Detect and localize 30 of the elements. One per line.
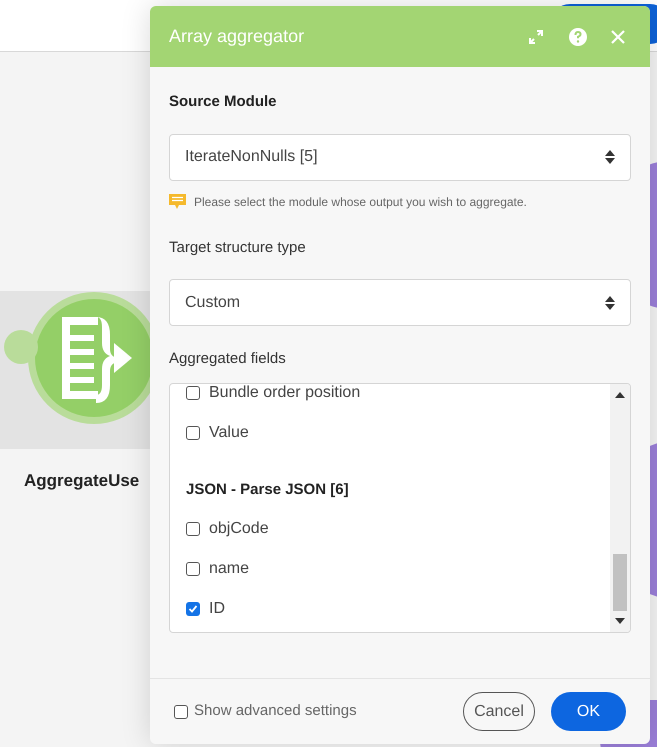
checkbox[interactable] [186, 386, 200, 400]
sort-icon [605, 296, 615, 310]
select-field[interactable]: IterateNonNulls [5] [169, 134, 631, 180]
checkbox[interactable] [186, 562, 200, 576]
field-option[interactable]: name [209, 557, 250, 581]
field-label: Source Module [169, 92, 278, 112]
field-option[interactable]: objCode [209, 517, 269, 541]
field-label: Target structure type [169, 238, 307, 258]
field-option[interactable]: Bundle order position [209, 384, 360, 404]
field-option[interactable]: ID [209, 597, 225, 621]
field-option[interactable]: Value [209, 420, 249, 444]
dialog-title: Array aggregator [169, 25, 306, 48]
sort-icon [605, 150, 615, 164]
module-label: AggregateUse [24, 470, 140, 492]
group-heading: JSON - Parse JSON [6] [186, 480, 350, 500]
advanced-settings-label[interactable]: Show advanced settings [194, 700, 357, 723]
checkbox[interactable] [186, 426, 200, 440]
note-icon [169, 193, 186, 210]
scroll-down-icon[interactable] [615, 618, 625, 624]
scroll-up-icon[interactable] [615, 392, 625, 398]
ok-button[interactable]: OK [550, 692, 626, 731]
hint-text: Please select the module whose output you wish to aggregate. [194, 194, 527, 210]
scrollbar-thumb[interactable] [613, 554, 627, 610]
select-field[interactable]: Custom [169, 279, 631, 326]
field-label: Aggregated fields [169, 349, 287, 369]
cancel-button[interactable]: Cancel [463, 692, 535, 731]
checkbox[interactable] [174, 704, 188, 718]
checkbox[interactable] [186, 602, 200, 616]
checkbox[interactable] [186, 522, 200, 536]
scrollbar[interactable] [610, 384, 630, 632]
